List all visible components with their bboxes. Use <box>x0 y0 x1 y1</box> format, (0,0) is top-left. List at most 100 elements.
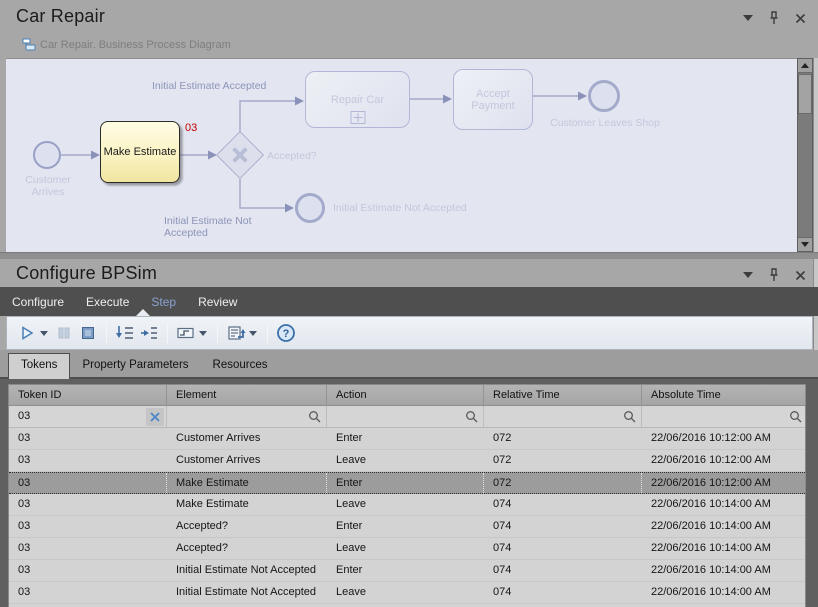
token-count-badge: 03 <box>185 122 197 134</box>
pin-button[interactable] <box>766 267 782 283</box>
end-event-customer-leaves[interactable] <box>588 80 620 112</box>
table-header-row: Token ID Element Action Relative Time Ab… <box>9 385 805 406</box>
tab-configure[interactable]: Configure <box>12 295 64 309</box>
cell-token-id: 03 <box>9 473 167 493</box>
close-icon <box>795 270 806 281</box>
flow-label-not-accepted: Initial Estimate Not Accepted <box>164 215 256 239</box>
task-accept-payment[interactable]: Accept Payment <box>453 69 533 130</box>
table-row[interactable]: 03 Make Estimate Enter 072 22/06/2016 10… <box>9 472 805 494</box>
cell-absolute-time: 22/06/2016 10:12:00 AM <box>642 473 806 493</box>
pause-icon <box>55 324 73 342</box>
tab-tokens[interactable]: Tokens <box>8 353 70 379</box>
table-row[interactable]: 03 Initial Estimate Not Accepted Leave 0… <box>9 582 805 604</box>
tab-resources[interactable]: Resources <box>201 354 280 377</box>
bpmn-diagram-canvas[interactable]: Customer Arrives Make Estimate 03 Accept… <box>6 58 797 252</box>
cell-action: Enter <box>327 473 484 493</box>
cell-relative-time: 074 <box>484 560 642 581</box>
filter-element[interactable] <box>167 406 327 427</box>
tab-step[interactable]: Step <box>151 295 176 309</box>
toolbar-separator <box>267 323 268 343</box>
column-header-token-id[interactable]: Token ID <box>9 385 167 405</box>
close-button[interactable] <box>792 10 808 26</box>
run-button[interactable] <box>16 322 38 344</box>
step-over-button[interactable] <box>138 322 160 344</box>
cell-token-id: 03 <box>9 516 167 537</box>
cell-absolute-time: 22/06/2016 10:12:00 AM <box>642 450 806 471</box>
svg-text:?: ? <box>283 328 290 340</box>
cell-action: Leave <box>327 494 484 515</box>
arrow-down-icon <box>801 242 809 247</box>
pause-button[interactable] <box>53 322 75 344</box>
tokens-table: Token ID Element Action Relative Time Ab… <box>8 384 806 607</box>
cell-absolute-time: 22/06/2016 10:14:00 AM <box>642 538 806 559</box>
cell-token-id: 03 <box>9 428 167 449</box>
cell-action: Enter <box>327 428 484 449</box>
toolbar-separator <box>167 323 168 343</box>
cell-relative-time: 072 <box>484 428 642 449</box>
close-button[interactable] <box>792 267 808 283</box>
panel-splitter[interactable] <box>0 252 818 259</box>
help-icon: ? <box>276 323 296 343</box>
table-row[interactable]: 03 Initial Estimate Not Accepted Enter 0… <box>9 560 805 582</box>
bpsim-panel-title: Configure BPSim <box>16 263 157 284</box>
cell-element: Initial Estimate Not Accepted <box>167 560 327 581</box>
bpsim-export-options-button[interactable] <box>249 331 257 336</box>
play-icon <box>18 324 36 342</box>
diagram-vertical-scrollbar[interactable] <box>797 58 813 252</box>
table-row[interactable]: 03 Customer Arrives Enter 072 22/06/2016… <box>9 428 805 450</box>
table-row[interactable]: 03 Customer Arrives Leave 072 22/06/2016… <box>9 450 805 472</box>
filter-absolute-time[interactable] <box>642 406 806 427</box>
cell-token-id: 03 <box>9 450 167 471</box>
stop-button[interactable] <box>77 322 99 344</box>
filter-action[interactable] <box>327 406 484 427</box>
pin-button[interactable] <box>766 10 782 26</box>
toolbar-separator <box>217 323 218 343</box>
column-header-element[interactable]: Element <box>167 385 327 405</box>
column-header-absolute-time[interactable]: Absolute Time <box>642 385 806 405</box>
table-row[interactable]: 03 Make Estimate Leave 074 22/06/2016 10… <box>9 494 805 516</box>
column-header-relative-time[interactable]: Relative Time <box>484 385 642 405</box>
tab-execute[interactable]: Execute <box>86 295 129 309</box>
active-tab-notch <box>136 309 150 316</box>
cell-absolute-time: 22/06/2016 10:14:00 AM <box>642 516 806 537</box>
scrollbar-thumb[interactable] <box>798 74 812 114</box>
cell-element: Customer Arrives <box>167 450 327 471</box>
step-into-icon <box>115 324 135 342</box>
task-make-estimate[interactable]: Make Estimate <box>100 121 180 183</box>
chevron-down-icon <box>743 272 753 278</box>
task-repair-car[interactable]: Repair Car <box>305 71 410 128</box>
clear-filter-button[interactable] <box>146 408 164 426</box>
step-into-button[interactable] <box>114 322 136 344</box>
cell-absolute-time: 22/06/2016 10:12:00 AM <box>642 428 806 449</box>
cell-action: Leave <box>327 582 484 603</box>
cell-action: Enter <box>327 560 484 581</box>
tab-review[interactable]: Review <box>198 295 237 309</box>
tokens-table-zone: Token ID Element Action Relative Time Ab… <box>0 379 818 607</box>
panel-menu-button[interactable] <box>740 10 756 26</box>
car-repair-window-controls <box>740 10 808 26</box>
filter-relative-time[interactable] <box>484 406 642 427</box>
breadcrumb-text: Car Repair. Business Process Diagram <box>40 39 231 51</box>
run-options-button[interactable] <box>40 331 48 336</box>
help-button[interactable]: ? <box>275 322 297 344</box>
column-header-action[interactable]: Action <box>327 385 484 405</box>
cell-relative-time: 074 <box>484 494 642 515</box>
table-row[interactable]: 03 Accepted? Leave 074 22/06/2016 10:14:… <box>9 538 805 560</box>
start-event-customer-arrives[interactable] <box>33 141 61 169</box>
end-event-not-accepted[interactable] <box>295 193 325 223</box>
panel-menu-button[interactable] <box>740 267 756 283</box>
table-row[interactable]: 03 Accepted? Enter 074 22/06/2016 10:14:… <box>9 516 805 538</box>
cell-relative-time: 074 <box>484 516 642 537</box>
scroll-down-button[interactable] <box>798 237 812 251</box>
bpsim-export-button[interactable] <box>225 322 247 344</box>
scroll-up-button[interactable] <box>798 59 812 73</box>
tab-property-parameters[interactable]: Property Parameters <box>70 354 200 377</box>
cell-element: Make Estimate <box>167 473 327 493</box>
token-window-button[interactable] <box>175 322 197 344</box>
breadcrumb: Car Repair. Business Process Diagram <box>22 38 231 51</box>
filter-token-id[interactable]: 03 <box>9 406 167 427</box>
cell-relative-time: 074 <box>484 582 642 603</box>
token-window-icon <box>176 324 196 342</box>
search-icon <box>789 410 802 423</box>
token-window-options-button[interactable] <box>199 331 207 336</box>
